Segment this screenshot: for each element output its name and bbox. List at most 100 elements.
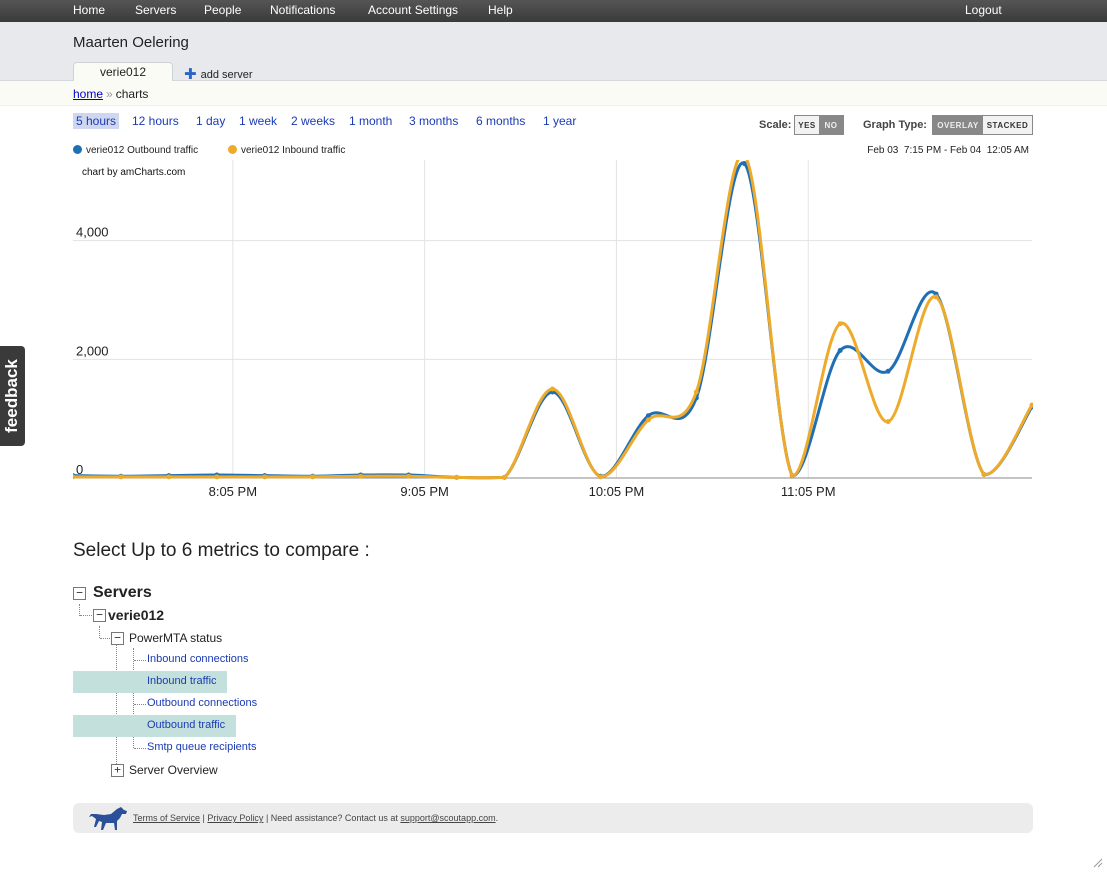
collapse-server-icon[interactable]: − bbox=[93, 609, 106, 622]
scale-toggle[interactable]: YES NO bbox=[794, 115, 844, 135]
outbound-data-point bbox=[885, 368, 891, 374]
inbound-data-point bbox=[693, 389, 699, 395]
range-5-hours[interactable]: 5 hours bbox=[73, 113, 120, 129]
nav-home[interactable]: Home bbox=[73, 3, 105, 17]
resize-grip-icon[interactable] bbox=[1093, 858, 1103, 868]
outbound-data-point bbox=[741, 161, 747, 167]
scout-dog-logo-icon bbox=[89, 807, 127, 830]
tree-group-server-overview[interactable]: Server Overview bbox=[129, 763, 218, 777]
inbound-data-point bbox=[406, 473, 412, 479]
scale-yes-option[interactable]: YES bbox=[795, 116, 819, 134]
inbound-data-point bbox=[502, 474, 508, 480]
breadcrumb-separator: » bbox=[106, 87, 113, 101]
inbound-data-point bbox=[358, 473, 364, 479]
footer-divider: | bbox=[202, 813, 205, 823]
graph-type-toggle[interactable]: OVERLAY STACKED bbox=[932, 115, 1033, 135]
support-email-link[interactable]: support@scoutapp.com bbox=[400, 813, 495, 823]
nav-account-settings[interactable]: Account Settings bbox=[368, 3, 458, 17]
metrics-title: Select Up to 6 metrics to compare : bbox=[73, 540, 370, 561]
chart-credit[interactable]: chart by amCharts.com bbox=[82, 167, 185, 178]
range-3-months[interactable]: 3 months bbox=[406, 113, 461, 129]
inbound-data-point bbox=[166, 474, 172, 480]
y-tick-label: 2,000 bbox=[76, 343, 109, 358]
footer-period: . bbox=[495, 813, 499, 823]
inbound-data-point bbox=[214, 474, 220, 480]
add-server-button[interactable]: ✚ add server bbox=[184, 64, 253, 83]
metric-inbound-traffic[interactable]: Inbound traffic bbox=[147, 675, 217, 687]
outbound-dot-icon bbox=[73, 145, 82, 154]
server-tab-verie012[interactable]: verie012 bbox=[73, 62, 173, 81]
legend-inbound[interactable]: verie012 Inbound traffic bbox=[228, 144, 345, 156]
scale-label: Scale: bbox=[759, 119, 792, 131]
tree-server-verie012[interactable]: verie012 bbox=[108, 607, 164, 623]
nav-logout[interactable]: Logout bbox=[965, 3, 1002, 17]
privacy-policy-link[interactable]: Privacy Policy bbox=[207, 813, 263, 823]
legend-inbound-label: verie012 Inbound traffic bbox=[241, 145, 346, 156]
inbound-data-point bbox=[933, 294, 939, 300]
outbound-traffic-line bbox=[73, 161, 1033, 480]
inbound-data-point bbox=[550, 386, 555, 392]
inbound-data-point bbox=[885, 419, 891, 425]
inbound-data-point bbox=[454, 474, 460, 480]
chart-date-range: Feb 03 7:15 PM - Feb 04 12:05 AM bbox=[867, 145, 1029, 156]
tree-line bbox=[134, 748, 146, 749]
terms-of-service-link[interactable]: Terms of Service bbox=[133, 813, 200, 823]
breadcrumb-current: charts bbox=[115, 87, 149, 101]
top-nav: Home Servers People Notifications Accoun… bbox=[0, 0, 1107, 22]
chart-ticks: 02,0004,0008:05 PM 9:05 PM 10:05 PM 11:05 P… bbox=[76, 225, 836, 499]
collapse-group-icon[interactable]: − bbox=[111, 632, 124, 645]
inbound-data-point bbox=[645, 417, 651, 423]
inbound-data-point bbox=[262, 474, 268, 480]
inbound-data-point bbox=[310, 474, 316, 480]
outbound-data-point bbox=[837, 347, 843, 353]
range-1-year[interactable]: 1 year bbox=[540, 113, 579, 129]
range-1-month[interactable]: 1 month bbox=[346, 113, 395, 129]
tree-line bbox=[134, 704, 146, 705]
metric-outbound-connections[interactable]: Outbound connections bbox=[147, 697, 257, 709]
graph-type-stacked-option[interactable]: STACKED bbox=[983, 116, 1032, 134]
tree-root-servers[interactable]: Servers bbox=[93, 584, 152, 602]
range-1-day[interactable]: 1 day bbox=[193, 113, 228, 129]
range-1-week[interactable]: 1 week bbox=[236, 113, 280, 129]
graph-type-label: Graph Type: bbox=[863, 119, 927, 131]
feedback-label: feedback bbox=[2, 359, 21, 433]
range-12-hours[interactable]: 12 hours bbox=[129, 113, 182, 129]
breadcrumb: home» charts bbox=[0, 81, 1107, 106]
feedback-tab[interactable]: feedback bbox=[0, 346, 25, 446]
metric-inbound-connections[interactable]: Inbound connections bbox=[147, 653, 249, 665]
nav-people[interactable]: People bbox=[204, 3, 241, 17]
tree-line bbox=[116, 645, 117, 770]
tree-group-powermta[interactable]: PowerMTA status bbox=[129, 631, 222, 645]
inbound-data-point bbox=[981, 471, 987, 477]
tree-line bbox=[134, 660, 146, 661]
account-name: Maarten Oelering bbox=[73, 34, 189, 51]
inbound-data-point bbox=[789, 473, 795, 479]
traffic-chart[interactable]: 02,0004,0008:05 PM 9:05 PM 10:05 PM 11:05 P… bbox=[73, 160, 1033, 505]
inbound-data-point bbox=[597, 474, 603, 480]
range-2-weeks[interactable]: 2 weeks bbox=[288, 113, 338, 129]
metric-outbound-traffic[interactable]: Outbound traffic bbox=[147, 719, 225, 731]
metric-smtp-queue-recipients[interactable]: Smtp queue recipients bbox=[147, 741, 256, 753]
range-6-months[interactable]: 6 months bbox=[473, 113, 528, 129]
chart-grid bbox=[73, 160, 1032, 479]
nav-notifications[interactable]: Notifications bbox=[270, 3, 335, 17]
nav-servers[interactable]: Servers bbox=[135, 3, 176, 17]
graph-type-overlay-option[interactable]: OVERLAY bbox=[933, 116, 983, 134]
inbound-dot-icon bbox=[228, 145, 237, 154]
inbound-data-point bbox=[118, 474, 124, 480]
scale-no-option[interactable]: NO bbox=[819, 116, 843, 134]
breadcrumb-home[interactable]: home bbox=[73, 87, 103, 101]
x-tick-label: 9:05 PM bbox=[400, 484, 448, 499]
expand-group-icon[interactable]: + bbox=[111, 764, 124, 777]
y-tick-label: 4,000 bbox=[76, 225, 109, 240]
collapse-servers-icon[interactable]: − bbox=[73, 587, 86, 600]
x-tick-label: 10:05 PM bbox=[589, 484, 645, 499]
legend-outbound[interactable]: verie012 Outbound traffic bbox=[73, 144, 198, 156]
legend-outbound-label: verie012 Outbound traffic bbox=[86, 145, 199, 156]
chart-lines bbox=[73, 160, 1033, 480]
footer-divider: | bbox=[265, 813, 269, 823]
nav-help[interactable]: Help bbox=[488, 3, 513, 17]
inbound-traffic-line bbox=[73, 160, 1033, 480]
add-server-label: add server bbox=[200, 69, 253, 81]
inbound-data-point bbox=[837, 321, 843, 327]
